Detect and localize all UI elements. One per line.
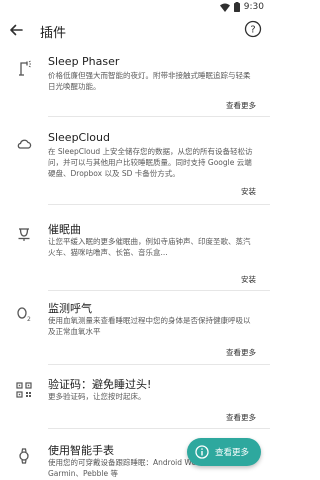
divider	[48, 364, 270, 365]
cloud-icon	[17, 139, 32, 149]
plugin-title: 验证码：避免睡过头!	[48, 378, 152, 391]
battery-icon	[233, 2, 240, 12]
lamp-icon	[19, 60, 31, 76]
plugin-description: 使用血氧测量来查看睡眠过程中您的身体是否保持健康呼吸以及正常血氧水平	[48, 316, 251, 336]
svg-text:2: 2	[27, 316, 31, 322]
plugin-title: 使用智能手表	[48, 444, 114, 457]
install-button[interactable]: 安装	[241, 274, 256, 285]
plugin-description: 在 SleepCloud 上安全储存您的数据，从您的所有设备轻松访问，并可以与其…	[48, 147, 253, 178]
fab-label: 查看更多	[215, 448, 250, 458]
plugin-title: SleepCloud	[48, 131, 110, 144]
plugin-description: 更多验证码，让您按时起床。	[48, 392, 146, 401]
install-button[interactable]: 安装	[241, 186, 256, 197]
help-icon[interactable]: ?	[244, 20, 262, 38]
plugin-item-sleep-phaser[interactable]: Sleep Phaser 价格低廉但强大而智能的夜灯。附带非接触式睡眠追踪与轻柔…	[0, 48, 270, 118]
app-bar: 插件 ?	[0, 14, 270, 46]
view-more-button[interactable]: 查看更多	[226, 412, 256, 423]
divider	[48, 116, 270, 117]
plugin-item-sleepcloud[interactable]: SleepCloud 在 SleepCloud 上安全储存您的数据，从您的所有设…	[0, 124, 270, 212]
o2-icon: 2	[17, 307, 31, 322]
plugin-title: Sleep Phaser	[48, 55, 120, 68]
status-time: 9:30	[243, 2, 264, 12]
back-arrow-icon[interactable]	[6, 20, 26, 40]
svg-text:?: ?	[250, 25, 255, 36]
view-more-fab[interactable]: 查看更多	[187, 438, 261, 466]
info-icon	[195, 445, 209, 459]
bell-icon	[18, 228, 30, 241]
status-bar: 9:30	[0, 0, 270, 14]
wifi-icon	[219, 3, 230, 12]
divider	[48, 428, 270, 429]
page-title: 插件	[40, 26, 67, 41]
divider	[48, 204, 270, 205]
plugin-item-lullaby[interactable]: 催眠曲 让您平缓入眠的更多催眠曲，例如寺庙钟声、印度圣歌、蒸汽火车、猫咪咕噜声、…	[0, 212, 270, 291]
plugin-item-breathing[interactable]: 2 监测呼气 使用血氧测量来查看睡眠过程中您的身体是否保持健康呼吸以及正常血氧水…	[0, 290, 270, 370]
watch-icon	[19, 448, 29, 464]
view-more-button[interactable]: 查看更多	[226, 100, 256, 111]
plugin-description: 让您平缓入眠的更多催眠曲，例如寺庙钟声、印度圣歌、蒸汽火车、猫咪咕噜声、长笛、音…	[48, 237, 251, 257]
status-icons: 9:30	[219, 1, 264, 13]
plugin-title: 催眠曲	[48, 223, 81, 236]
view-more-button[interactable]: 查看更多	[226, 347, 256, 358]
plugin-description: 价格低廉但强大而智能的夜灯。附带非接触式睡眠追踪与轻柔日光唤醒功能。	[48, 71, 251, 91]
qr-code-icon	[16, 382, 32, 398]
plugin-title: 监测呼气	[48, 302, 92, 315]
